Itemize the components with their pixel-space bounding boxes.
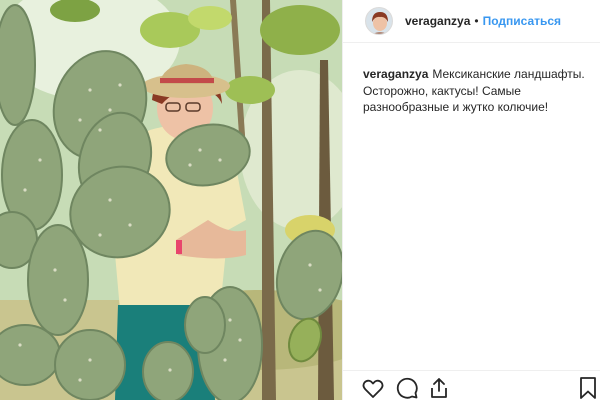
- header-divider: [343, 42, 600, 43]
- share-icon: [431, 378, 447, 398]
- follow-button[interactable]: Подписаться: [483, 14, 561, 28]
- heart-icon: [362, 379, 384, 398]
- post-header: veraganzya • Подписаться: [343, 0, 600, 42]
- avatar[interactable]: [365, 7, 393, 35]
- separator-dot: •: [474, 14, 479, 28]
- caption-username[interactable]: veraganzya: [363, 67, 428, 81]
- like-button[interactable]: [361, 376, 385, 400]
- username-link[interactable]: veraganzya: [405, 14, 470, 28]
- post-panel: veraganzya • Подписаться veraganzya Мекси…: [342, 0, 600, 400]
- comment-button[interactable]: [395, 376, 419, 400]
- post-photo[interactable]: [0, 0, 342, 400]
- save-button[interactable]: [579, 376, 597, 400]
- post-photo-image: [0, 0, 342, 400]
- bookmark-icon: [580, 377, 596, 399]
- post-caption: veraganzya Мексиканские ландшафты. Осторо…: [363, 66, 598, 116]
- comment-icon: [396, 377, 418, 399]
- avatar-image: [366, 8, 392, 34]
- action-bar: [343, 370, 600, 400]
- share-button[interactable]: [427, 376, 451, 400]
